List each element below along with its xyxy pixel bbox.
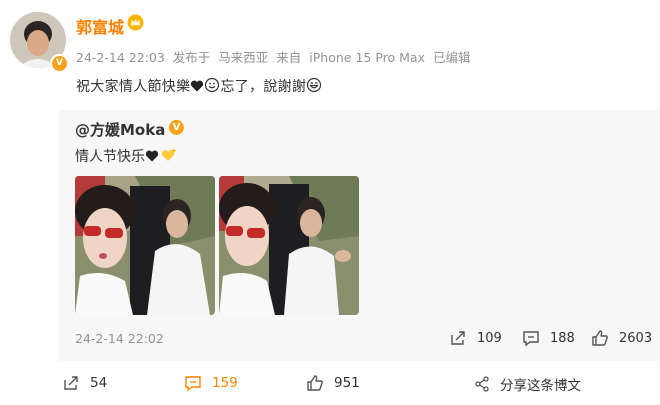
like-icon — [592, 330, 608, 346]
crown-icon — [127, 14, 144, 31]
photo-image — [219, 176, 359, 315]
repost-icon — [451, 331, 465, 345]
repost-photo-1[interactable] — [75, 176, 215, 315]
repost-text: 情人节快乐 — [75, 146, 177, 166]
posted-in-label: 发布于 — [172, 50, 211, 65]
post-text-part-1: 祝大家情人節快樂 — [76, 79, 191, 95]
comment-button[interactable]: 159 — [184, 374, 238, 392]
share-icon — [475, 376, 489, 392]
repost-comment-button[interactable]: 188 — [522, 329, 575, 347]
comment-count: 159 — [212, 375, 238, 391]
post-text-part-2: 忘了，說謝謝 — [220, 79, 307, 95]
heart-icon — [191, 80, 204, 92]
like-icon — [307, 375, 323, 391]
repost-text-content: 情人节快乐 — [75, 149, 145, 165]
author-name[interactable]: 郭富城 — [76, 14, 124, 38]
comment-icon — [185, 376, 201, 392]
verified-badge-icon: V — [50, 54, 69, 73]
post-device: iPhone 15 Pro Max — [309, 50, 425, 65]
repost-count: 54 — [90, 375, 108, 391]
repost-photo-2[interactable] — [219, 176, 359, 315]
like-button[interactable]: 951 — [306, 374, 360, 392]
comment-icon — [523, 331, 539, 347]
repost-repost-button[interactable]: 109 — [449, 329, 502, 347]
repost-repost-count: 109 — [477, 330, 502, 346]
source-label: 来自 — [276, 50, 302, 65]
post-timestamp[interactable]: 24-2-14 22:03 — [76, 50, 165, 65]
verified-badge-icon: V — [169, 120, 184, 135]
repost-like-count: 2603 — [619, 330, 653, 346]
post-meta: 24-2-14 22:03 发布于 马来西亚 来自 iPhone 15 Pro … — [76, 47, 470, 66]
photo-image — [75, 176, 215, 315]
sparkle-heart-icon — [161, 148, 177, 161]
repost-like-button[interactable]: 2603 — [591, 329, 652, 347]
share-label: 分享这条博文 — [500, 378, 581, 394]
repost-card[interactable]: @方媛Moka V 情人节快乐 24-2-14 22:02 109 188 26… — [59, 110, 660, 361]
post-text: 祝大家情人節快樂 忘了，說謝謝 — [76, 76, 322, 96]
laugh-icon — [307, 77, 322, 93]
like-count: 951 — [334, 375, 360, 391]
share-button[interactable]: 分享这条博文 — [474, 374, 581, 394]
repost-icon — [64, 376, 78, 390]
heart-icon — [145, 150, 159, 162]
action-bar: 54 159 951 分享这条博文 — [0, 361, 660, 405]
repost-author[interactable]: @方媛Moka — [75, 119, 165, 140]
repost-button[interactable]: 54 — [62, 374, 107, 392]
post-location: 马来西亚 — [218, 50, 269, 65]
repost-comment-count: 188 — [550, 330, 575, 346]
edited-label[interactable]: 已编辑 — [433, 50, 471, 65]
smile-icon — [205, 77, 220, 93]
repost-timestamp[interactable]: 24-2-14 22:02 — [75, 331, 164, 346]
